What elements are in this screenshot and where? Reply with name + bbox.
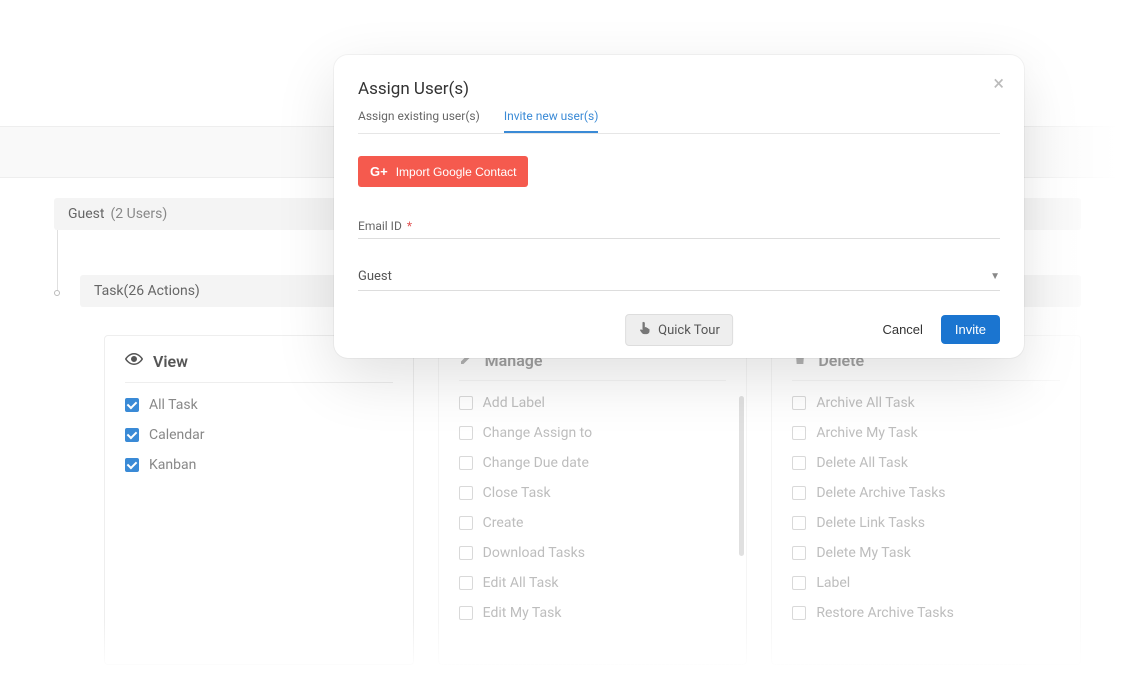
perm-item[interactable]: Add Label (459, 395, 727, 411)
tab-assign-existing[interactable]: Assign existing user(s) (358, 109, 480, 133)
perm-label: Label (816, 575, 850, 591)
email-label: Email ID (358, 219, 402, 233)
perm-label: Archive My Task (816, 425, 917, 441)
perm-item[interactable]: Close Task (459, 485, 727, 501)
tree-bullet (54, 290, 60, 296)
perm-label: Change Assign to (483, 425, 592, 441)
perm-item[interactable]: Archive All Task (792, 395, 1060, 411)
perm-label: Add Label (483, 395, 545, 411)
checkbox[interactable] (792, 606, 806, 620)
perm-item[interactable]: Edit All Task (459, 575, 727, 591)
quick-tour-button[interactable]: Quick Tour (625, 314, 733, 346)
perm-item[interactable]: Edit My Task (459, 605, 727, 621)
scrollbar-thumb[interactable] (739, 396, 744, 556)
import-google-contact-button[interactable]: G+ Import Google Contact (358, 156, 528, 187)
tab-invite-new[interactable]: Invite new user(s) (504, 109, 599, 133)
perm-item[interactable]: Download Tasks (459, 545, 727, 561)
perm-label: All Task (149, 397, 198, 413)
perm-label: Close Task (483, 485, 551, 501)
perm-label: Create (483, 515, 524, 531)
perm-label: Delete Archive Tasks (816, 485, 945, 501)
checkbox[interactable] (459, 426, 473, 440)
perm-item[interactable]: Delete Link Tasks (792, 515, 1060, 531)
checkbox[interactable] (792, 576, 806, 590)
eye-icon (125, 350, 143, 372)
perm-label: Download Tasks (483, 545, 585, 561)
close-icon[interactable]: × (993, 73, 1004, 93)
role-select[interactable]: Guest ▼ (358, 269, 1000, 291)
perm-label: Change Due date (483, 455, 589, 471)
perm-item[interactable]: Archive My Task (792, 425, 1060, 441)
section-count: (26 Actions) (124, 283, 200, 299)
permissions-view-card: View All Task Calendar Kanban (104, 335, 414, 665)
cancel-button[interactable]: Cancel (882, 322, 922, 337)
permissions-manage-card: Manage Add Label Change Assign to Change… (438, 335, 748, 665)
perm-item[interactable]: Create (459, 515, 727, 531)
checkbox[interactable] (792, 396, 806, 410)
modal-title: Assign User(s) (358, 79, 1000, 99)
checkbox[interactable] (125, 428, 139, 442)
hand-pointer-icon (638, 321, 652, 339)
tree-line (57, 230, 58, 290)
view-card-title: View (153, 352, 188, 371)
perm-label: Delete My Task (816, 545, 910, 561)
perm-item[interactable]: Restore Archive Tasks (792, 605, 1060, 621)
checkbox[interactable] (459, 516, 473, 530)
assign-user-modal: × Assign User(s) Assign existing user(s)… (334, 55, 1024, 358)
perm-item[interactable]: Delete Archive Tasks (792, 485, 1060, 501)
perm-label: Edit All Task (483, 575, 559, 591)
checkbox[interactable] (792, 516, 806, 530)
checkbox[interactable] (792, 426, 806, 440)
group-count: (2 Users) (110, 206, 167, 222)
perm-item[interactable]: Kanban (125, 457, 393, 473)
perm-label: Edit My Task (483, 605, 562, 621)
checkbox[interactable] (125, 398, 139, 412)
modal-tabs: Assign existing user(s) Invite new user(… (358, 109, 1000, 134)
perm-item[interactable]: Label (792, 575, 1060, 591)
quick-tour-label: Quick Tour (658, 323, 720, 338)
perm-item[interactable]: All Task (125, 397, 393, 413)
checkbox[interactable] (459, 396, 473, 410)
perm-label: Delete All Task (816, 455, 908, 471)
perm-item[interactable]: Calendar (125, 427, 393, 443)
perm-label: Archive All Task (816, 395, 914, 411)
group-name: Guest (68, 206, 104, 222)
perm-item[interactable]: Change Due date (459, 455, 727, 471)
perm-item[interactable]: Delete All Task (792, 455, 1060, 471)
google-plus-icon: G+ (370, 164, 388, 179)
perm-label: Kanban (149, 457, 196, 473)
perm-item[interactable]: Delete My Task (792, 545, 1060, 561)
perm-label: Restore Archive Tasks (816, 605, 953, 621)
checkbox[interactable] (125, 458, 139, 472)
checkbox[interactable] (792, 546, 806, 560)
chevron-down-icon: ▼ (990, 271, 1000, 282)
role-selected-value: Guest (358, 269, 392, 284)
email-field[interactable]: Email ID * (358, 215, 1000, 239)
google-btn-label: Import Google Contact (396, 165, 517, 179)
checkbox[interactable] (792, 456, 806, 470)
checkbox[interactable] (459, 546, 473, 560)
checkbox[interactable] (792, 486, 806, 500)
permissions-delete-card: Delete Archive All Task Archive My Task … (771, 335, 1081, 665)
perm-label: Delete Link Tasks (816, 515, 925, 531)
checkbox[interactable] (459, 606, 473, 620)
checkbox[interactable] (459, 456, 473, 470)
required-asterisk: * (407, 219, 412, 233)
invite-button[interactable]: Invite (941, 315, 1000, 344)
section-name: Task (94, 283, 124, 299)
checkbox[interactable] (459, 576, 473, 590)
perm-label: Calendar (149, 427, 205, 443)
perm-item[interactable]: Change Assign to (459, 425, 727, 441)
checkbox[interactable] (459, 486, 473, 500)
